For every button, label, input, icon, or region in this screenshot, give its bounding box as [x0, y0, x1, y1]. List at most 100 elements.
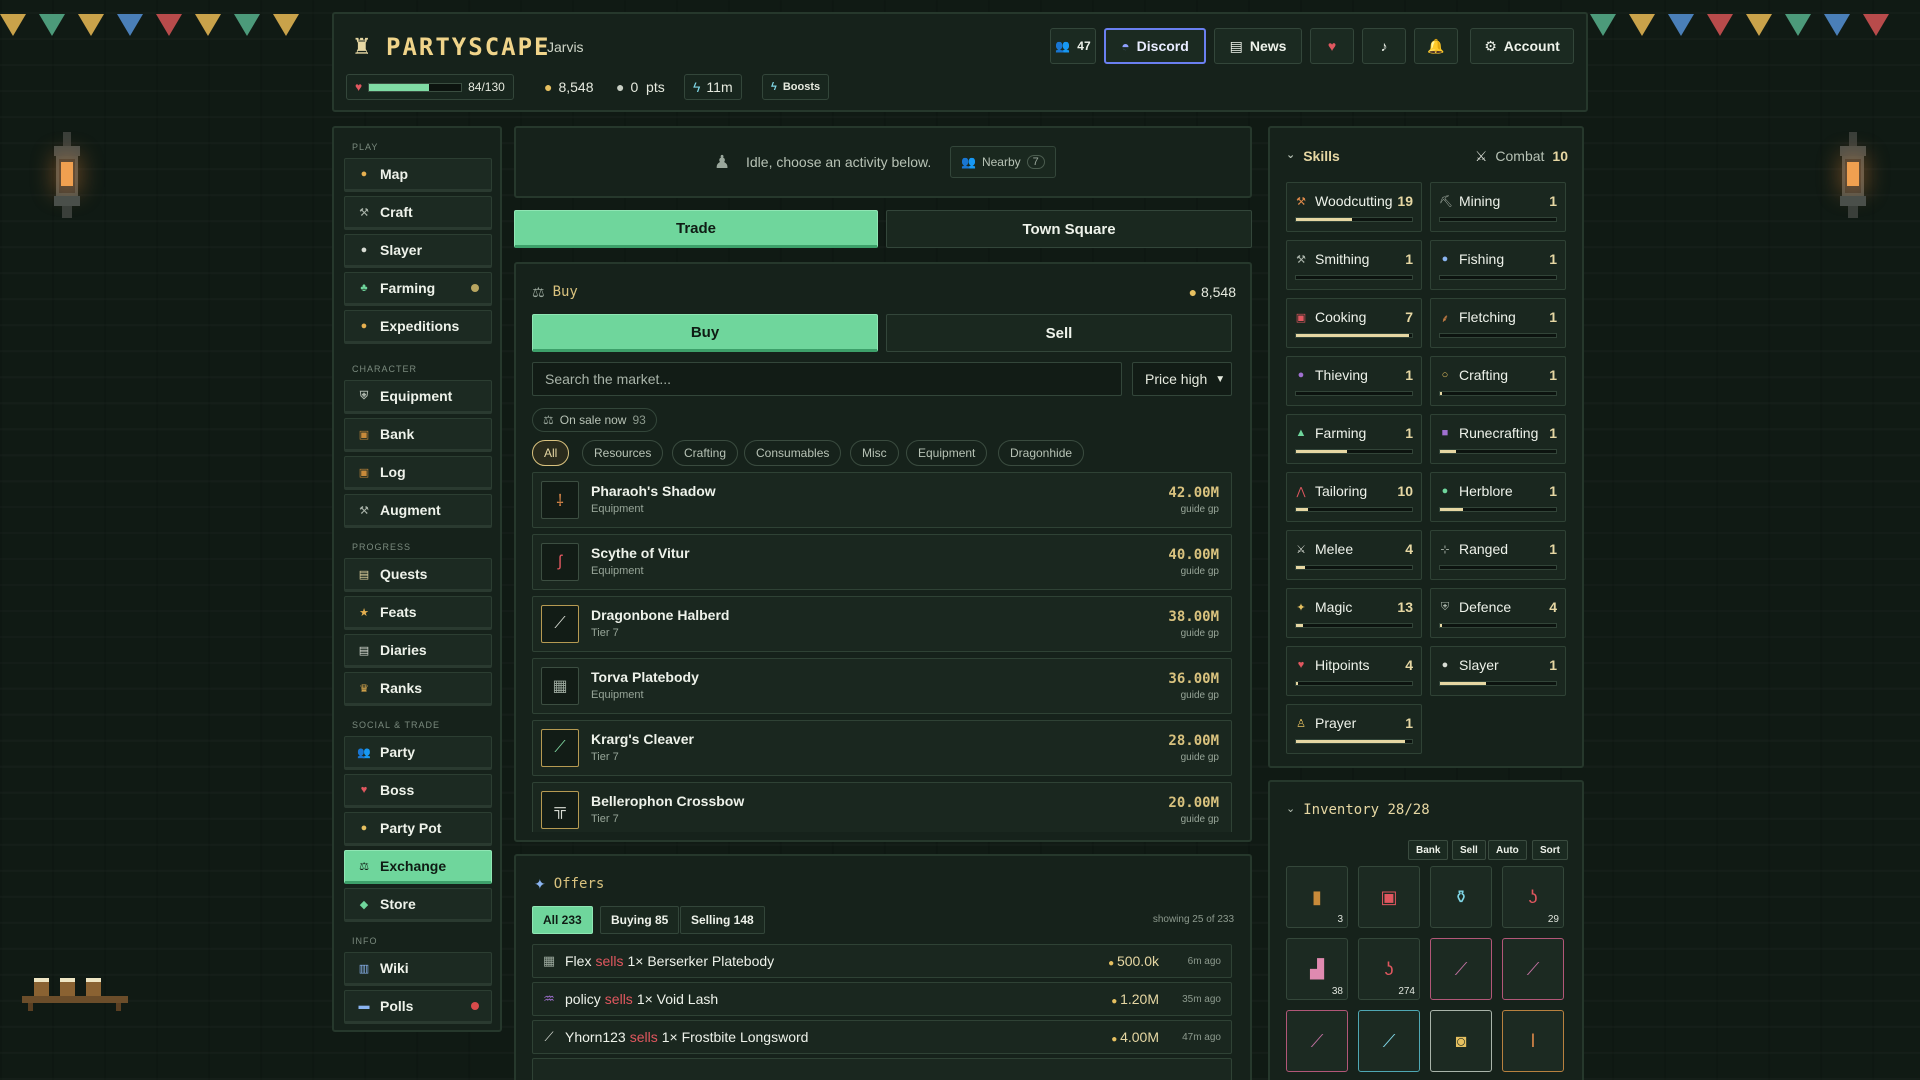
offer-row[interactable]: ♒ policy sells 1× Void Lash ● 1.20M 35m …	[532, 982, 1232, 1016]
on-sale-badge[interactable]: ⚖ On sale now 93	[532, 408, 657, 432]
inventory-header[interactable]: ⌄ Inventory 28/28	[1286, 802, 1430, 818]
filter-chip-dragonhide[interactable]: Dragonhide	[998, 440, 1085, 466]
sidebar-item-party-pot[interactable]: ● Party Pot	[344, 812, 492, 846]
offers-tab-selling[interactable]: Selling 148	[680, 906, 765, 934]
market-search-input[interactable]	[532, 362, 1122, 396]
favorite-button[interactable]: ♥	[1310, 28, 1354, 64]
music-button[interactable]: ♪	[1362, 28, 1406, 64]
tab-trade[interactable]: Trade	[514, 210, 878, 248]
market-item[interactable]: ╦ Bellerophon Crossbow Tier 7 20.00M gui…	[532, 782, 1232, 832]
skill-defence[interactable]: ⛨ Defence 4	[1430, 588, 1566, 638]
sidebar-item-quests[interactable]: ▤ Quests	[344, 558, 492, 592]
sidebar-item-bank[interactable]: ▣ Bank	[344, 418, 492, 452]
skill-crafting[interactable]: ○ Crafting 1	[1430, 356, 1566, 406]
inventory-bank-button[interactable]: Bank	[1408, 840, 1449, 860]
timer-stat[interactable]: ϟ 11m	[684, 74, 742, 100]
inventory-slot[interactable]: ⟋	[1358, 1010, 1420, 1072]
sidebar-item-equipment[interactable]: ⛨ Equipment	[344, 380, 492, 414]
filter-chip-resources[interactable]: Resources	[582, 440, 664, 466]
skill-hitpoints[interactable]: ♥ Hitpoints 4	[1286, 646, 1422, 696]
sidebar-item-exchange[interactable]: ⚖ Exchange	[344, 850, 492, 884]
inventory-slot[interactable]: ǀ	[1502, 1010, 1564, 1072]
nearby-button[interactable]: 👥 Nearby 7	[950, 146, 1056, 178]
offers-tab-all[interactable]: All 233	[532, 906, 593, 934]
sidebar-item-polls[interactable]: ▬ Polls	[344, 990, 492, 1024]
sidebar-item-slayer[interactable]: ● Slayer	[344, 234, 492, 268]
skill-smithing[interactable]: ⚒ Smithing 1	[1286, 240, 1422, 290]
skill-magic[interactable]: ✦ Magic 13	[1286, 588, 1422, 638]
sidebar-item-party[interactable]: 👥 Party	[344, 736, 492, 770]
sidebar-item-ranks[interactable]: ♛ Ranks	[344, 672, 492, 706]
inventory-slot[interactable]: ◙	[1430, 1010, 1492, 1072]
inventory-slot[interactable]: ⚱	[1430, 866, 1492, 928]
skill-prayer[interactable]: ♙ Prayer 1	[1286, 704, 1422, 754]
inventory-sell-button[interactable]: Sell	[1452, 840, 1486, 860]
skill-name: Mining	[1459, 193, 1501, 209]
inventory-slot[interactable]: ⟋	[1286, 1010, 1348, 1072]
sidebar-item-feats[interactable]: ★ Feats	[344, 596, 492, 630]
filter-chip-consumables[interactable]: Consumables	[744, 440, 842, 466]
offer-row[interactable]: ⟋ Yhorn123 sells 1× Frostbite Longsword …	[532, 1020, 1232, 1054]
buy-tab[interactable]: Buy	[532, 314, 878, 352]
news-button[interactable]: ▤ News	[1214, 28, 1302, 64]
inventory-slot[interactable]: ▮ 3	[1286, 866, 1348, 928]
skill-mining[interactable]: ⛏ Mining 1	[1430, 182, 1566, 232]
chevron-down-icon: ▼	[1215, 373, 1226, 385]
sidebar-item-boss[interactable]: ♥ Boss	[344, 774, 492, 808]
inventory-sort-button[interactable]: Sort	[1532, 840, 1568, 860]
skill-woodcutting[interactable]: ⚒ Woodcutting 19	[1286, 182, 1422, 232]
boosts-button[interactable]: ϟ Boosts	[762, 74, 830, 100]
sidebar-item-wiki[interactable]: ▥ Wiki	[344, 952, 492, 986]
skill-fishing[interactable]: ● Fishing 1	[1430, 240, 1566, 290]
account-button[interactable]: ⚙ Account	[1470, 28, 1574, 64]
market-item[interactable]: ʃ Scythe of Vitur Equipment 40.00M guide…	[532, 534, 1232, 590]
sell-tab[interactable]: Sell	[886, 314, 1232, 352]
sidebar-item-craft[interactable]: ⚒ Craft	[344, 196, 492, 230]
skill-farming[interactable]: ▲ Farming 1	[1286, 414, 1422, 464]
market-item[interactable]: ⟋ Krarg's Cleaver Tier 7 28.00M guide gp	[532, 720, 1232, 776]
sidebar-item-store[interactable]: ◆ Store	[344, 888, 492, 922]
app-logo[interactable]: PARTYSCAPE	[386, 33, 551, 61]
offer-row[interactable]	[532, 1058, 1232, 1080]
skill-tailoring[interactable]: ⋀ Tailoring 10	[1286, 472, 1422, 522]
market-item[interactable]: ⸸ Pharaoh's Shadow Equipment 42.00M guid…	[532, 472, 1232, 528]
skill-cooking[interactable]: ▣ Cooking 7	[1286, 298, 1422, 348]
skill-herblore[interactable]: ● Herblore 1	[1430, 472, 1566, 522]
inventory-slot[interactable]: ⟋	[1502, 938, 1564, 1000]
skill-fletching[interactable]: ⸙ Fletching 1	[1430, 298, 1566, 348]
offers-tab-buying[interactable]: Buying 85	[600, 906, 680, 934]
filter-chip-crafting[interactable]: Crafting	[672, 440, 739, 466]
market-item[interactable]: ▦ Torva Platebody Equipment 36.00M guide…	[532, 658, 1232, 714]
skill-ranged[interactable]: ⊹ Ranged 1	[1430, 530, 1566, 580]
points-stat: ● 0 pts	[616, 79, 665, 95]
filter-chip-misc[interactable]: Misc	[850, 440, 899, 466]
skills-header[interactable]: ⌄ Skills	[1286, 148, 1340, 164]
notifications-button[interactable]: 🔔	[1414, 28, 1458, 64]
filter-chip-equipment[interactable]: Equipment	[906, 440, 988, 466]
filter-chip-all[interactable]: All	[532, 440, 570, 466]
sidebar-item-map[interactable]: ● Map	[344, 158, 492, 192]
sidebar-item-log[interactable]: ▣ Log	[344, 456, 492, 490]
sort-select[interactable]: Price high ▼	[1132, 362, 1232, 396]
section-character: CHARACTER	[352, 364, 418, 374]
inventory-slot[interactable]: ʖ 29	[1502, 866, 1564, 928]
skill-melee[interactable]: ⚔ Melee 4	[1286, 530, 1422, 580]
sidebar-item-expeditions[interactable]: ● Expeditions	[344, 310, 492, 344]
inventory-auto-button[interactable]: Auto	[1488, 840, 1527, 860]
offer-row[interactable]: ▦ Flex sells 1× Berserker Platebody ● 50…	[532, 944, 1232, 978]
skill-level: 1	[1549, 309, 1557, 325]
inventory-slot[interactable]: ʖ 274	[1358, 938, 1420, 1000]
skill-slayer[interactable]: ● Slayer 1	[1430, 646, 1566, 696]
skill-thieving[interactable]: ● Thieving 1	[1286, 356, 1422, 406]
online-count-button[interactable]: 👥 47	[1050, 28, 1096, 64]
inventory-slot[interactable]: ▣	[1358, 866, 1420, 928]
sidebar-item-farming[interactable]: ♣ Farming	[344, 272, 492, 306]
market-item[interactable]: ⟋ Dragonbone Halberd Tier 7 38.00M guide…	[532, 596, 1232, 652]
inventory-slot[interactable]: ▟ 38	[1286, 938, 1348, 1000]
discord-button[interactable]: ◓ Discord	[1104, 28, 1206, 64]
sidebar-item-augment[interactable]: ⚒ Augment	[344, 494, 492, 528]
inventory-slot[interactable]: ⟋	[1430, 938, 1492, 1000]
skill-runecrafting[interactable]: ■ Runecrafting 1	[1430, 414, 1566, 464]
sidebar-item-diaries[interactable]: ▤ Diaries	[344, 634, 492, 668]
tab-town-square[interactable]: Town Square	[886, 210, 1252, 248]
